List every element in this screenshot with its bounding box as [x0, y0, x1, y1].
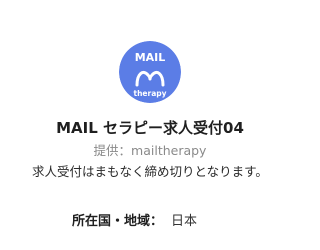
closing-notice: 求人受付はまもなく締め切りとなります。	[32, 164, 268, 179]
account-name: MAIL セラピー求人受付04	[56, 119, 244, 137]
logo-text-sub: therapy	[133, 89, 166, 98]
country-row: 所在国・地域： 日本	[72, 210, 197, 229]
account-logo: MAIL therapy	[119, 41, 181, 103]
provider-text: 提供：mailtherapy	[93, 143, 207, 158]
country-label: 所在国・地域：	[72, 214, 164, 229]
country-value: 日本	[171, 214, 198, 229]
logo-text-main: MAIL	[135, 51, 166, 64]
hands-heart-icon: MAIL therapy	[119, 41, 181, 103]
